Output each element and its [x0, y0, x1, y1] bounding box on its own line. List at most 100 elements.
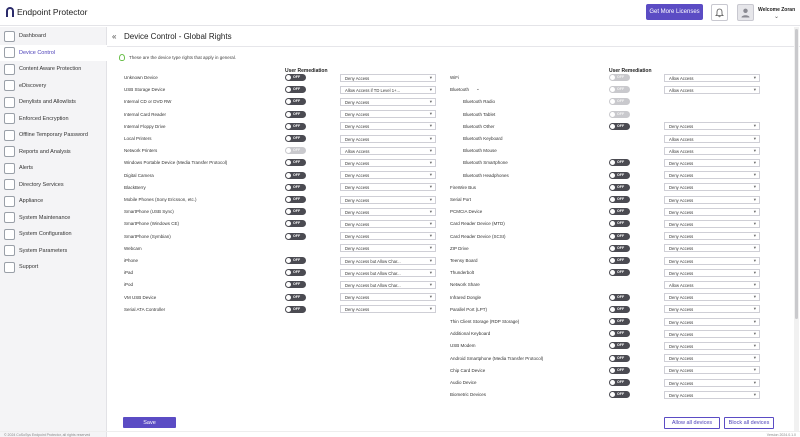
collapse-sidebar-icon[interactable]: «	[112, 32, 116, 41]
access-rights-select[interactable]: Deny Access ▾	[340, 195, 436, 204]
access-rights-select[interactable]: Deny Access ▾	[664, 207, 760, 216]
sidebar-item-alerts[interactable]: Alerts	[0, 160, 107, 176]
access-rights-select[interactable]: Deny Access ▾	[664, 378, 760, 387]
access-rights-select[interactable]: Allow Access ▾	[664, 280, 760, 289]
user-remediation-toggle[interactable]: OFF	[609, 342, 630, 350]
sidebar-item-dashboard[interactable]: Dashboard	[0, 28, 107, 44]
logo[interactable]: Endpoint Protector	[6, 7, 87, 17]
sidebar-item-offline-temporary-password[interactable]: Offline Temporary Password	[0, 127, 107, 143]
access-rights-select[interactable]: Deny Access ▾	[340, 219, 436, 228]
user-remediation-toggle[interactable]: OFF	[285, 232, 306, 240]
user-remediation-toggle[interactable]: OFF	[609, 220, 630, 228]
user-remediation-toggle[interactable]: OFF	[285, 171, 306, 179]
user-remediation-toggle[interactable]: OFF	[285, 110, 306, 118]
sidebar-item-directory-services[interactable]: Directory Services	[0, 177, 107, 193]
notifications-button[interactable]	[711, 4, 728, 21]
access-rights-select[interactable]: Deny Access ▾	[664, 366, 760, 375]
user-remediation-toggle[interactable]: OFF	[609, 366, 630, 374]
block-all-devices-button[interactable]: Block all devices	[724, 417, 774, 429]
get-more-licenses-button[interactable]: Get More Licenses	[646, 4, 703, 20]
user-remediation-toggle[interactable]: OFF	[285, 196, 306, 203]
user-remediation-toggle[interactable]: OFF	[285, 135, 306, 142]
user-avatar[interactable]	[737, 4, 754, 21]
access-rights-select[interactable]: Deny Access ▾	[340, 110, 436, 119]
scrollbar-thumb[interactable]	[795, 29, 798, 319]
user-remediation-toggle[interactable]: OFF	[609, 354, 630, 362]
user-remediation-toggle[interactable]: OFF	[285, 220, 306, 228]
user-remediation-toggle[interactable]: OFF	[609, 305, 630, 313]
user-remediation-toggle[interactable]: OFF	[285, 305, 306, 313]
sidebar-item-ediscovery[interactable]: eDiscovery	[0, 78, 107, 94]
access-rights-select[interactable]: Deny Access ▾	[340, 97, 436, 106]
access-rights-select[interactable]: Deny Access ▾	[664, 341, 760, 350]
access-rights-select[interactable]: Deny Access ▾	[340, 171, 436, 180]
scrollbar[interactable]	[794, 27, 799, 431]
access-rights-select[interactable]: Deny Access ▾	[664, 158, 760, 167]
access-rights-select[interactable]: Deny Access ▾	[340, 232, 436, 241]
access-rights-select[interactable]: Deny Access ▾	[664, 329, 760, 338]
sidebar-item-enforced-encryption[interactable]: Enforced Encryption	[0, 111, 107, 127]
user-remediation-toggle[interactable]: OFF	[285, 208, 306, 216]
user-remediation-toggle[interactable]: OFF	[609, 183, 630, 191]
access-rights-select[interactable]: Deny Access ▾	[664, 317, 760, 326]
user-remediation-toggle[interactable]: OFF	[285, 257, 306, 264]
user-remediation-toggle[interactable]: OFF	[285, 98, 306, 106]
user-remediation-toggle[interactable]: OFF	[285, 86, 306, 94]
user-remediation-toggle[interactable]: OFF	[609, 318, 630, 325]
access-rights-select[interactable]: Deny Access ▾	[340, 244, 436, 253]
sidebar-item-appliance[interactable]: Appliance	[0, 193, 107, 209]
access-rights-select[interactable]: Deny Access ▾	[340, 122, 436, 131]
access-rights-select[interactable]: Deny Access but Allow Char... ▾	[340, 256, 436, 265]
user-remediation-toggle[interactable]: OFF	[609, 379, 630, 386]
access-rights-select[interactable]: Allow Access ▾	[664, 73, 760, 82]
sidebar-item-system-maintenance[interactable]: System Maintenance	[0, 210, 107, 226]
access-rights-select[interactable]: Deny Access ▾	[664, 305, 760, 314]
user-remediation-toggle[interactable]: OFF	[285, 269, 306, 277]
user-remediation-toggle[interactable]: OFF	[609, 257, 630, 264]
allow-all-devices-button[interactable]: Allow all devices	[664, 417, 720, 429]
access-rights-select[interactable]: Deny Access but Allow Char... ▾	[340, 280, 436, 289]
access-rights-select[interactable]: Allow Access ▾	[664, 146, 760, 155]
access-rights-select[interactable]: Deny Access ▾	[664, 354, 760, 363]
user-remediation-toggle[interactable]: OFF	[285, 159, 306, 167]
sidebar-item-system-parameters[interactable]: System Parameters	[0, 243, 107, 259]
access-rights-select[interactable]: Deny Access ▾	[340, 183, 436, 192]
access-rights-select[interactable]: Deny Access ▾	[664, 232, 760, 241]
access-rights-select[interactable]: Deny Access ▾	[664, 195, 760, 204]
user-remediation-toggle[interactable]: OFF	[285, 122, 306, 130]
access-rights-select[interactable]: Deny Access ▾	[664, 268, 760, 277]
access-rights-select[interactable]: Deny Access ▾	[340, 134, 436, 143]
access-rights-select[interactable]: Allow Access ▾	[664, 85, 760, 94]
user-remediation-toggle[interactable]: OFF	[609, 122, 630, 130]
access-rights-select[interactable]: Deny Access ▾	[664, 219, 760, 228]
access-rights-select[interactable]: Deny Access ▾	[664, 390, 760, 399]
sidebar-item-reports-and-analysis[interactable]: Reports and Analysis	[0, 144, 107, 160]
access-rights-select[interactable]: Deny Access ▾	[340, 305, 436, 314]
user-remediation-toggle[interactable]: OFF	[285, 293, 306, 301]
sidebar-item-device-control[interactable]: Device Control	[0, 44, 107, 61]
access-rights-select[interactable]: Deny Access ▾	[664, 171, 760, 180]
user-remediation-toggle[interactable]: OFF	[285, 74, 306, 81]
user-remediation-toggle[interactable]: OFF	[609, 391, 630, 399]
access-rights-select[interactable]: Deny Access ▾	[664, 244, 760, 253]
user-remediation-toggle[interactable]: OFF	[609, 159, 630, 167]
access-rights-select[interactable]: Deny Access ▾	[664, 293, 760, 302]
user-remediation-toggle[interactable]: OFF	[285, 281, 306, 289]
access-rights-select[interactable]: Deny Access but Allow Char... ▾	[340, 268, 436, 277]
chevron-down-icon[interactable]: ⌄	[774, 13, 779, 20]
user-remediation-toggle[interactable]: OFF	[609, 269, 630, 277]
user-remediation-toggle[interactable]: OFF	[609, 330, 630, 338]
access-rights-select[interactable]: Deny Access ▾	[664, 122, 760, 131]
access-rights-select[interactable]: Allow Access if TD Level 1+... ▾	[340, 85, 436, 94]
access-rights-select[interactable]: Allow Access ▾	[340, 146, 436, 155]
access-rights-select[interactable]: Deny Access ▾	[664, 256, 760, 265]
chevron-down-icon[interactable]: ⌄	[476, 86, 480, 92]
sidebar-item-content-aware-protection[interactable]: Content Aware Protection	[0, 61, 107, 77]
access-rights-select[interactable]: Deny Access ▾	[340, 293, 436, 302]
user-remediation-toggle[interactable]: OFF	[609, 208, 630, 216]
access-rights-select[interactable]: Deny Access ▾	[340, 73, 436, 82]
access-rights-select[interactable]: Deny Access ▾	[340, 158, 436, 167]
user-remediation-toggle[interactable]: OFF	[609, 293, 630, 301]
access-rights-select[interactable]: Deny Access ▾	[664, 183, 760, 192]
user-remediation-toggle[interactable]: OFF	[609, 244, 630, 252]
